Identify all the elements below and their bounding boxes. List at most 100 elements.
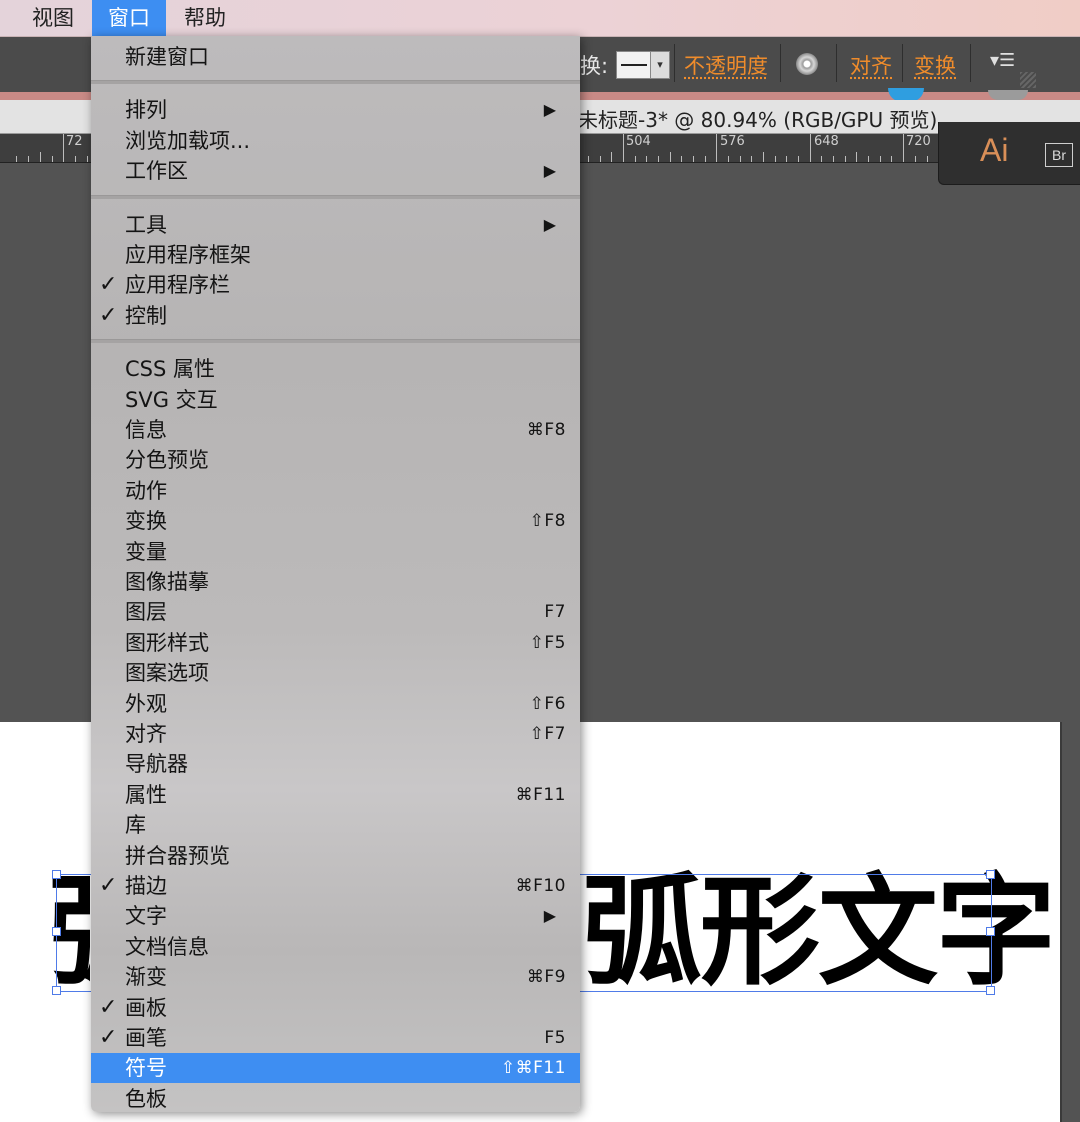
submenu-arrow-icon: ▶: [543, 214, 556, 234]
menu-bar: 视图 窗口 帮助: [0, 0, 1080, 37]
menu-item-label: 工作区: [125, 159, 188, 184]
menu-item[interactable]: 文字 ▶: [91, 901, 580, 931]
align-link[interactable]: 对齐: [850, 50, 892, 80]
menu-window[interactable]: 窗口: [92, 0, 166, 36]
panel-menu-icon[interactable]: ▾☰: [990, 50, 1015, 71]
menu-help[interactable]: 帮助: [170, 0, 240, 36]
checkmark-icon: ✓: [99, 1025, 118, 1050]
selection-handle[interactable]: [986, 986, 995, 995]
menu-item-shortcut: ⌘F8: [526, 420, 566, 440]
menu-item[interactable]: 工具 ▶: [91, 210, 580, 240]
menu-item[interactable]: CSS 属性: [91, 354, 580, 384]
menu-item-label: 图层: [125, 600, 167, 625]
recolor-artwork-icon[interactable]: [796, 53, 818, 75]
ruler-label: 72: [66, 134, 83, 149]
ruler-label: 504: [626, 134, 651, 149]
divider: [970, 44, 971, 82]
menu-item-label: 图案选项: [125, 661, 209, 686]
menu-item[interactable]: 图案选项: [91, 658, 580, 688]
menu-item-label: 浏览加载项...: [125, 128, 251, 153]
menu-item-label: 外观: [125, 691, 167, 716]
menu-item-label: 控制: [125, 303, 167, 328]
menu-item-label: 信息: [125, 418, 167, 442]
menu-item[interactable]: 渐变 ⌘F9: [91, 962, 580, 992]
menu-item[interactable]: 色板: [91, 1084, 580, 1112]
menu-item[interactable]: 分色预览: [91, 445, 580, 475]
menu-item-label: 拼合器预览: [125, 843, 230, 868]
menu-item-label: 对齐: [125, 722, 167, 746]
divider: [674, 44, 675, 82]
menu-item-label: 图像描摹: [125, 570, 209, 594]
menu-item[interactable]: ✓ 画笔 F5: [91, 1023, 580, 1053]
menu-item[interactable]: 浏览加载项...: [91, 126, 580, 156]
checkmark-icon: ✓: [99, 994, 118, 1020]
menu-item[interactable]: 变换 ⇧F8: [91, 506, 580, 536]
transform-link[interactable]: 变换: [914, 50, 956, 80]
menu-item[interactable]: 变量: [91, 537, 580, 567]
menu-item[interactable]: SVG 交互: [91, 385, 580, 415]
menu-item-label: 符号: [125, 1056, 167, 1081]
bridge-button[interactable]: Br: [1045, 143, 1073, 167]
menu-item-label: 文档信息: [125, 934, 209, 959]
divider: [836, 44, 837, 82]
menu-item-label: 工具: [125, 212, 167, 237]
menu-item[interactable]: 库: [91, 810, 580, 840]
menu-item-shortcut: ⌘F10: [515, 876, 566, 896]
selection-handle[interactable]: [52, 986, 61, 995]
menu-item-label: 描边: [125, 874, 167, 898]
stroke-label: 换:: [580, 54, 609, 78]
menu-item-label: 库: [125, 813, 146, 838]
selection-handle[interactable]: [986, 927, 995, 936]
menu-item-label: 图形样式: [125, 630, 209, 655]
menu-item[interactable]: ✓ 控制: [91, 301, 580, 331]
menu-item-label: 导航器: [125, 752, 188, 777]
menu-item[interactable]: 图形样式 ⇧F5: [91, 628, 580, 658]
menu-item[interactable]: 属性 ⌘F11: [91, 780, 580, 810]
menu-item-label: CSS 属性: [125, 357, 215, 382]
menu-item[interactable]: 图层 F7: [91, 597, 580, 627]
selection-handle[interactable]: [52, 927, 61, 936]
menu-item[interactable]: 排列 ▶: [91, 95, 580, 125]
divider: [780, 44, 781, 82]
checkmark-icon: ✓: [99, 302, 118, 328]
menu-item[interactable]: 外观 ⇧F6: [91, 689, 580, 719]
menu-item[interactable]: 应用程序框架: [91, 240, 580, 270]
menu-item[interactable]: 拼合器预览: [91, 841, 580, 871]
menu-separator: [91, 194, 580, 199]
divider: [902, 44, 903, 82]
menu-item-label: 画板: [125, 995, 167, 1020]
menu-item-shortcut: ⌘F9: [526, 967, 566, 988]
menu-separator: [91, 80, 580, 85]
menu-item-shortcut: ⇧⌘F11: [500, 1058, 566, 1079]
opacity-link[interactable]: 不透明度: [684, 50, 768, 80]
menu-item-shortcut: F7: [544, 602, 566, 623]
menu-view[interactable]: 视图: [18, 0, 88, 36]
ruler-label: 576: [720, 134, 745, 149]
selection-handle[interactable]: [52, 870, 61, 879]
menu-item[interactable]: 新建窗口: [91, 42, 580, 72]
stroke-style-dropdown[interactable]: ▾: [616, 51, 670, 79]
menu-item[interactable]: ✓ 应用程序栏: [91, 270, 580, 300]
menu-item-label: 应用程序框架: [125, 243, 251, 267]
menu-item[interactable]: ✓ 画板: [91, 993, 580, 1023]
menu-item-label: 动作: [125, 478, 167, 503]
menu-item-label: 排列: [125, 98, 167, 123]
menu-item[interactable]: 导航器: [91, 749, 580, 779]
menu-item-label: 色板: [125, 1086, 167, 1111]
menu-item[interactable]: 动作: [91, 476, 580, 506]
menu-item-shortcut: ⇧F8: [529, 511, 566, 532]
menu-item[interactable]: 图像描摹: [91, 567, 580, 597]
menu-item[interactable]: 符号 ⇧⌘F11: [91, 1053, 580, 1084]
submenu-arrow-icon: ▶: [543, 161, 556, 181]
document-tab-title[interactable]: 未标题-3* @ 80.94% (RGB/GPU 预览): [578, 104, 937, 133]
menu-item[interactable]: 信息 ⌘F8: [91, 415, 580, 445]
menu-item[interactable]: 工作区 ▶: [91, 156, 580, 186]
selection-handle[interactable]: [986, 870, 995, 879]
resize-grip-icon[interactable]: [1020, 72, 1036, 88]
menu-item[interactable]: 文档信息: [91, 932, 580, 962]
menu-item[interactable]: 对齐 ⇧F7: [91, 719, 580, 749]
menu-item-label: 变量: [125, 539, 167, 564]
menu-item[interactable]: ✓ 描边 ⌘F10: [91, 871, 580, 901]
illustrator-logo: Ai: [980, 132, 1009, 168]
menu-item-label: 文字: [125, 904, 167, 929]
